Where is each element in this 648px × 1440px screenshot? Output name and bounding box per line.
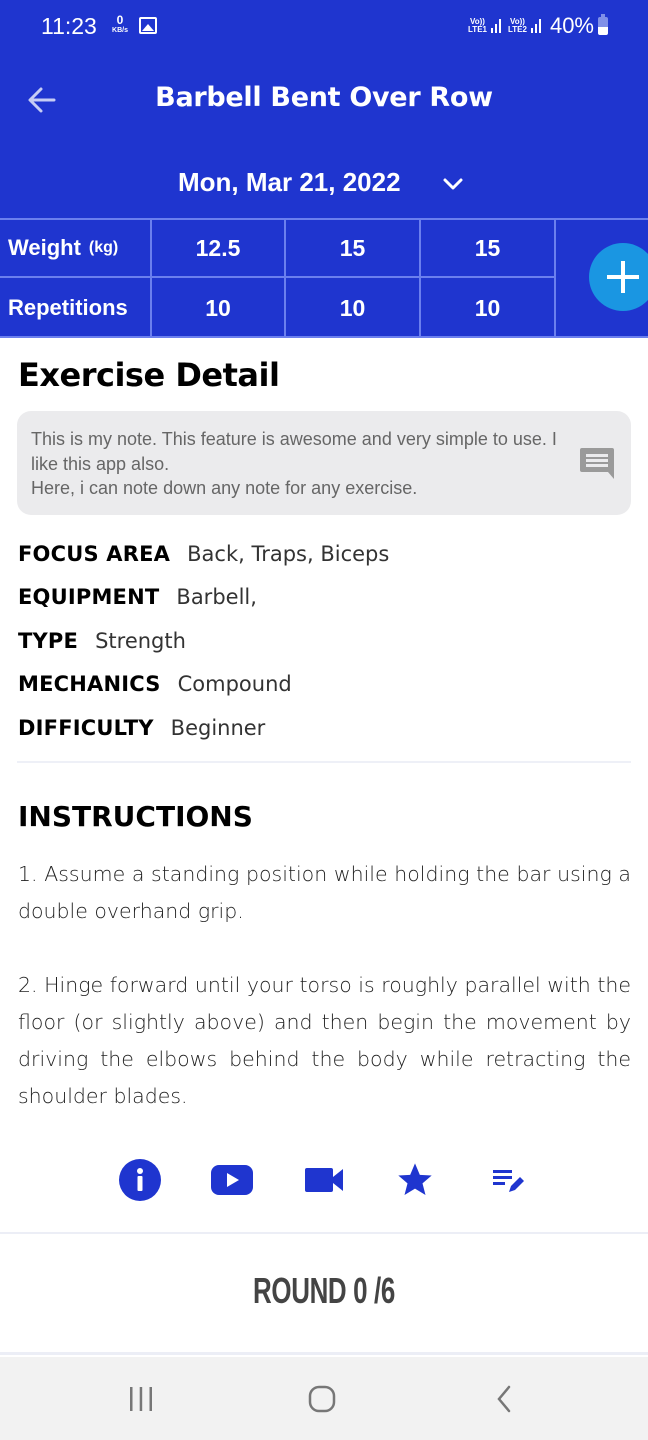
sim1-label: LTE1 (468, 25, 487, 34)
weight-unit: (kg) (88, 239, 119, 256)
property-mechanics: MECHANICS Compound (18, 663, 630, 707)
note-text: This is my note. This feature is awesome… (31, 429, 557, 498)
battery-icon (598, 14, 608, 35)
property-value: Beginner (170, 715, 266, 740)
set-weight[interactable]: 12.5 (152, 220, 284, 278)
property-focus-area: FOCUS AREA Back, Traps, Biceps (18, 532, 630, 576)
divider (17, 761, 631, 763)
recents-icon (130, 1387, 152, 1411)
info-button[interactable] (117, 1157, 163, 1203)
sim1-icon: Vo)) LTE1 (468, 18, 487, 34)
exercise-properties: FOCUS AREA Back, Traps, Biceps EQUIPMENT… (18, 532, 630, 750)
weight-label: Weight (kg) (0, 220, 150, 278)
divider (0, 1232, 648, 1234)
set-weight[interactable]: 15 (286, 220, 419, 278)
property-difficulty: DIFFICULTY Beginner (18, 706, 630, 750)
date-text: Mon, Mar 21, 2022 (178, 167, 401, 197)
youtube-icon (211, 1165, 253, 1195)
property-key: FOCUS AREA (18, 541, 171, 566)
comment-icon[interactable] (579, 446, 615, 480)
net-speed-value: 0 (116, 13, 124, 27)
videocam-icon (305, 1168, 343, 1192)
property-key: EQUIPMENT (18, 585, 160, 610)
property-key: MECHANICS (18, 672, 161, 697)
status-right: Vo)) LTE1 Vo)) LTE2 40% (468, 13, 608, 39)
property-value: Barbell, (176, 585, 257, 610)
signal-icon (490, 19, 501, 33)
video-button[interactable] (301, 1157, 347, 1203)
divider (0, 1352, 648, 1355)
edit-notes-button[interactable] (484, 1157, 530, 1203)
sim2-icon: Vo)) LTE2 (508, 18, 527, 34)
signal-icon (530, 19, 541, 33)
instruction-step: 1. Assume a standing position while hold… (18, 862, 631, 923)
property-value: Strength (95, 628, 186, 653)
set-reps[interactable]: 10 (152, 279, 284, 337)
date-selector[interactable]: Mon, Mar 21, 2022 (0, 164, 648, 204)
round-counter: ROUND 0 /6 (253, 1270, 395, 1311)
reps-label: Repetitions (8, 295, 128, 320)
set-weight[interactable]: 15 (421, 220, 554, 278)
set-column[interactable]: 15 10 (421, 220, 556, 336)
recents-button[interactable] (111, 1377, 171, 1421)
property-value: Back, Traps, Biceps (187, 541, 390, 566)
instructions-heading: INSTRUCTIONS (18, 800, 253, 833)
star-icon (398, 1163, 432, 1195)
home-icon (308, 1385, 336, 1413)
labels-column: Weight (kg) Repetitions (0, 220, 152, 336)
youtube-button[interactable] (209, 1157, 255, 1203)
sets-table: Weight (kg) Repetitions 12.5 10 15 10 15 … (0, 218, 648, 338)
set-reps[interactable]: 10 (286, 279, 419, 337)
battery-percent: 40% (549, 13, 594, 38)
info-icon (119, 1159, 161, 1201)
net-speed: 0 KB/s (108, 14, 132, 35)
property-type: TYPE Strength (18, 619, 630, 663)
weight-label-text: Weight (8, 235, 81, 260)
property-equipment: EQUIPMENT Barbell, (18, 576, 630, 620)
property-key: DIFFICULTY (18, 715, 154, 740)
property-key: TYPE (18, 628, 79, 653)
favorite-button[interactable] (392, 1157, 438, 1203)
system-nav-bar (0, 1357, 648, 1440)
instruction-step: 2. Hinge forward until your torso is rou… (18, 973, 631, 1108)
set-column[interactable]: 15 10 (286, 220, 421, 336)
instructions-body: 1. Assume a standing position while hold… (18, 856, 631, 1152)
property-value: Compound (177, 672, 292, 697)
note-box[interactable]: This is my note. This feature is awesome… (17, 411, 631, 515)
net-speed-unit: KB/s (112, 27, 128, 34)
back-chevron-icon (497, 1385, 511, 1413)
status-time: 11:23 (41, 13, 97, 39)
add-set-button[interactable] (589, 243, 648, 311)
set-column[interactable]: 12.5 10 (152, 220, 286, 336)
set-reps[interactable]: 10 (421, 279, 554, 337)
system-back-button[interactable] (474, 1377, 534, 1421)
action-bar (0, 1157, 648, 1207)
exercise-detail-heading: Exercise Detail (18, 356, 280, 394)
edit-note-icon (493, 1170, 524, 1192)
status-bar: 11:23 0 KB/s Vo)) LTE1 Vo)) LTE2 40% (0, 0, 648, 54)
chevron-down-icon (443, 178, 463, 190)
sim2-label: LTE2 (507, 25, 527, 34)
gallery-notification-icon (139, 17, 157, 34)
home-button[interactable] (292, 1377, 352, 1421)
page-title: Barbell Bent Over Row (155, 82, 493, 113)
